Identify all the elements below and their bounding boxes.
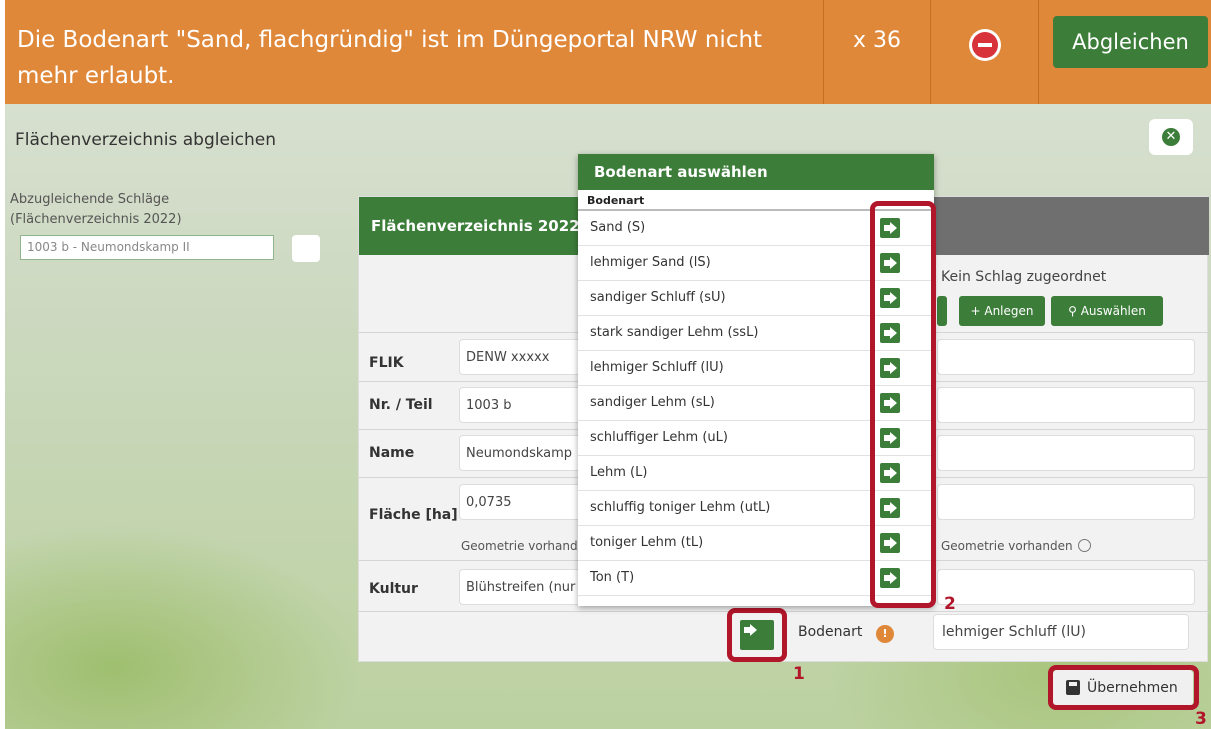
info-icon[interactable]: ! <box>876 625 894 643</box>
flik-label: FLIK <box>369 355 404 371</box>
search-icon: ⚲ <box>1068 304 1081 318</box>
kultur-label: Kultur <box>369 581 418 597</box>
name-value-2023[interactable] <box>937 435 1195 471</box>
highlight-1 <box>727 608 787 662</box>
bodenart-label: Bodenart <box>798 624 863 640</box>
dropdown-title: Bodenart auswählen <box>578 154 934 190</box>
flik-value-2023[interactable] <box>937 339 1195 375</box>
flaeche-value: 0,0735 <box>459 484 589 520</box>
occurrence-count: x 36 <box>823 0 931 104</box>
flaeche-label: Fläche [ha] <box>369 507 458 523</box>
highlight-3 <box>1048 665 1199 710</box>
close-icon: ✕ <box>1162 128 1180 146</box>
flik-value: DENW xxxxx <box>459 339 589 375</box>
step-1: 1 <box>793 664 805 684</box>
geometry-left: Geometrie vorhande <box>461 539 585 553</box>
bodenart-value[interactable]: lehmiger Schluff (lU) <box>933 614 1189 650</box>
nr-label: Nr. / Teil <box>369 397 433 413</box>
delete-cell <box>931 0 1039 104</box>
nr-value-2023[interactable] <box>937 387 1195 423</box>
geometry-right: Geometrie vorhanden <box>941 539 1091 553</box>
kultur-value: Blühstreifen (nur <box>459 569 589 605</box>
warning-banner: Die Bodenart "Sand, flachgründig" ist im… <box>5 0 1211 104</box>
anlegen-button[interactable]: + Anlegen <box>959 296 1045 326</box>
schlag-select[interactable]: 1003 b - Neumondskamp II <box>20 235 274 260</box>
left-label: Abzugleichende Schläge (Flächenverzeichn… <box>10 192 182 227</box>
step-2: 2 <box>944 594 956 614</box>
filter-checkbox[interactable] <box>292 235 320 262</box>
flaeche-value-2023[interactable] <box>937 484 1195 520</box>
name-label: Name <box>369 445 415 461</box>
nr-value: 1003 b <box>459 387 589 423</box>
auswaehlen-button[interactable]: ⚲ Auswählen <box>1051 296 1163 326</box>
step-3: 3 <box>1195 709 1207 729</box>
geometry-radio[interactable] <box>1077 539 1091 552</box>
abgleichen-button[interactable]: Abgleichen <box>1053 16 1208 68</box>
close-button[interactable]: ✕ <box>1149 119 1193 155</box>
highlight-2 <box>870 201 936 608</box>
minus-circle-icon[interactable] <box>969 29 1001 61</box>
dialog-title: Flächenverzeichnis abgleichen <box>15 130 277 150</box>
prev-action-button[interactable] <box>937 296 947 326</box>
no-field-assigned: Kein Schlag zugeordnet <box>941 269 1107 285</box>
banner-message: Die Bodenart "Sand, flachgründig" ist im… <box>17 27 763 89</box>
name-value: Neumondskamp <box>459 435 589 471</box>
kultur-value-2023[interactable] <box>937 569 1195 605</box>
